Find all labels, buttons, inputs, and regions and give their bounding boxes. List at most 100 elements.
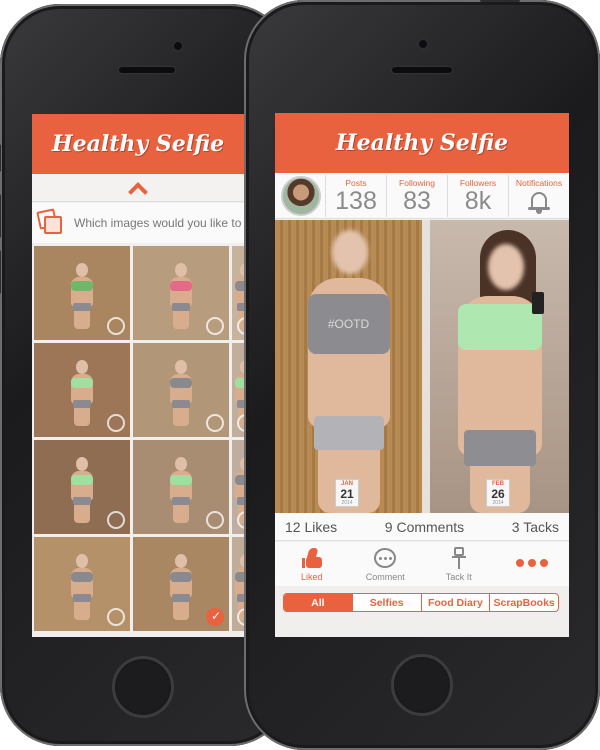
tab-scrapbooks[interactable]: ScrapBooks [489, 594, 558, 611]
power-button [480, 0, 520, 2]
person-figure [440, 220, 560, 513]
select-circle-icon[interactable] [206, 317, 224, 335]
avatar[interactable] [281, 175, 321, 216]
stat-following[interactable]: Following 83 [386, 174, 447, 217]
photo-thumbnail[interactable] [34, 343, 130, 437]
photo-thumbnail[interactable] [34, 246, 130, 340]
earpiece-speaker [391, 66, 453, 74]
tack-button[interactable]: Tack It [429, 546, 489, 582]
photo-thumbnail[interactable] [133, 246, 229, 340]
pushpin-icon [451, 547, 466, 569]
date-day: 21 [340, 487, 354, 501]
showcase-stage: Healthy Selfie Which images would you li… [0, 0, 600, 750]
photo-thumbnail[interactable] [232, 537, 244, 631]
date-year: 2014 [341, 500, 353, 506]
photo-thumbnail[interactable] [133, 537, 229, 631]
stat-notifications[interactable]: Notifications [508, 174, 569, 217]
phone-in-hand [531, 292, 544, 314]
tab-food-diary[interactable]: Food Diary [420, 594, 490, 611]
comment-button[interactable]: Comment [355, 546, 415, 582]
engagement-counts: 12 Likes 9 Comments 3 Tacks [275, 513, 569, 541]
stat-value: 8k [464, 186, 492, 215]
photo-thumbnail[interactable] [232, 440, 244, 534]
home-button[interactable] [112, 656, 174, 718]
face [487, 244, 524, 290]
select-circle-icon[interactable] [107, 317, 125, 335]
green-sports-bra [457, 304, 542, 350]
grey-shorts [463, 430, 536, 466]
progress-photos: #OOTD JAN 21 2014 FEB 26 2014 [275, 220, 569, 513]
person-figure [69, 359, 95, 426]
comment-bubble-icon [374, 548, 397, 568]
select-circle-icon[interactable] [107, 608, 125, 626]
more-dots-icon [516, 559, 549, 567]
person-figure: #OOTD [294, 220, 404, 513]
person-figure [69, 553, 95, 620]
app-title-bar: Healthy Selfie [32, 114, 244, 174]
select-circle-icon[interactable] [237, 608, 244, 626]
tacks-count[interactable]: 3 Tacks [512, 519, 559, 535]
tack-label: Tack It [445, 572, 472, 582]
photo-thumbnail[interactable] [232, 343, 244, 437]
earpiece-speaker [118, 66, 176, 74]
more-button[interactable] [502, 551, 562, 577]
bell-icon[interactable] [528, 190, 550, 214]
stat-label: Followers [459, 177, 497, 188]
person-figure [69, 456, 95, 523]
select-circle-icon[interactable] [206, 414, 224, 432]
photo-grid [32, 246, 244, 631]
chevron-up-icon[interactable] [128, 181, 148, 202]
stat-posts[interactable]: Posts 138 [325, 174, 386, 217]
photo-thumbnail[interactable] [133, 440, 229, 534]
select-circle-icon[interactable] [237, 511, 244, 529]
date-tag-jan: JAN 21 2014 [335, 479, 359, 507]
front-camera [417, 38, 429, 50]
right-phone: Healthy Selfie Posts 138 Following 83 Fo… [244, 0, 600, 750]
like-button[interactable]: Liked [282, 546, 342, 582]
prompt-text: Which images would you like to [74, 216, 242, 230]
select-circle-icon[interactable] [107, 414, 125, 432]
likes-count[interactable]: 12 Likes [285, 519, 337, 535]
profile-stats-bar: Posts 138 Following 83 Followers 8k Noti… [275, 173, 569, 219]
image-prompt: Which images would you like to [32, 203, 244, 243]
tab-selfies[interactable]: Selfies [351, 594, 421, 611]
comments-count[interactable]: 9 Comments [385, 519, 464, 535]
shirt-text: #OOTD [327, 316, 370, 331]
tab-all[interactable]: All [284, 594, 352, 611]
selfie-photo-jan[interactable]: #OOTD JAN 21 2014 [275, 220, 422, 513]
selfie-photo-feb[interactable]: FEB 26 2014 [430, 220, 569, 513]
stat-value: 138 [335, 186, 377, 215]
date-day: 26 [491, 487, 505, 501]
app-title: Healthy Selfie [51, 131, 225, 157]
lace-shorts [313, 416, 384, 450]
photo-thumbnail[interactable] [34, 537, 130, 631]
stat-label: Posts [345, 177, 367, 188]
person-figure [168, 456, 194, 523]
thumbs-up-icon [301, 548, 322, 568]
stat-value: 83 [403, 186, 431, 215]
select-circle-icon[interactable] [206, 511, 224, 529]
stat-followers[interactable]: Followers 8k [447, 174, 508, 217]
person-figure [168, 359, 194, 426]
photo-thumbnail[interactable] [232, 246, 244, 340]
checkmark-icon[interactable] [206, 608, 224, 626]
collapse-row[interactable] [32, 174, 244, 202]
blurred-face [331, 230, 368, 274]
category-tabs: All Selfies Food Diary ScrapBooks [283, 593, 559, 612]
select-circle-icon[interactable] [237, 414, 244, 432]
home-button[interactable] [391, 654, 453, 716]
app-title: Healthy Selfie [335, 130, 509, 156]
select-circle-icon[interactable] [107, 511, 125, 529]
person-figure [69, 262, 95, 329]
app-title-bar: Healthy Selfie [275, 113, 569, 173]
stat-label: Notifications [515, 177, 563, 188]
volume-down-button [0, 250, 1, 294]
like-label: Liked [300, 572, 323, 582]
stat-label: Following [399, 177, 435, 188]
select-circle-icon[interactable] [237, 317, 244, 335]
photo-thumbnail[interactable] [34, 440, 130, 534]
photo-thumbnail[interactable] [133, 343, 229, 437]
date-year: 2014 [492, 500, 504, 506]
person-figure [168, 262, 194, 329]
left-screen: Healthy Selfie Which images would you li… [32, 114, 244, 637]
